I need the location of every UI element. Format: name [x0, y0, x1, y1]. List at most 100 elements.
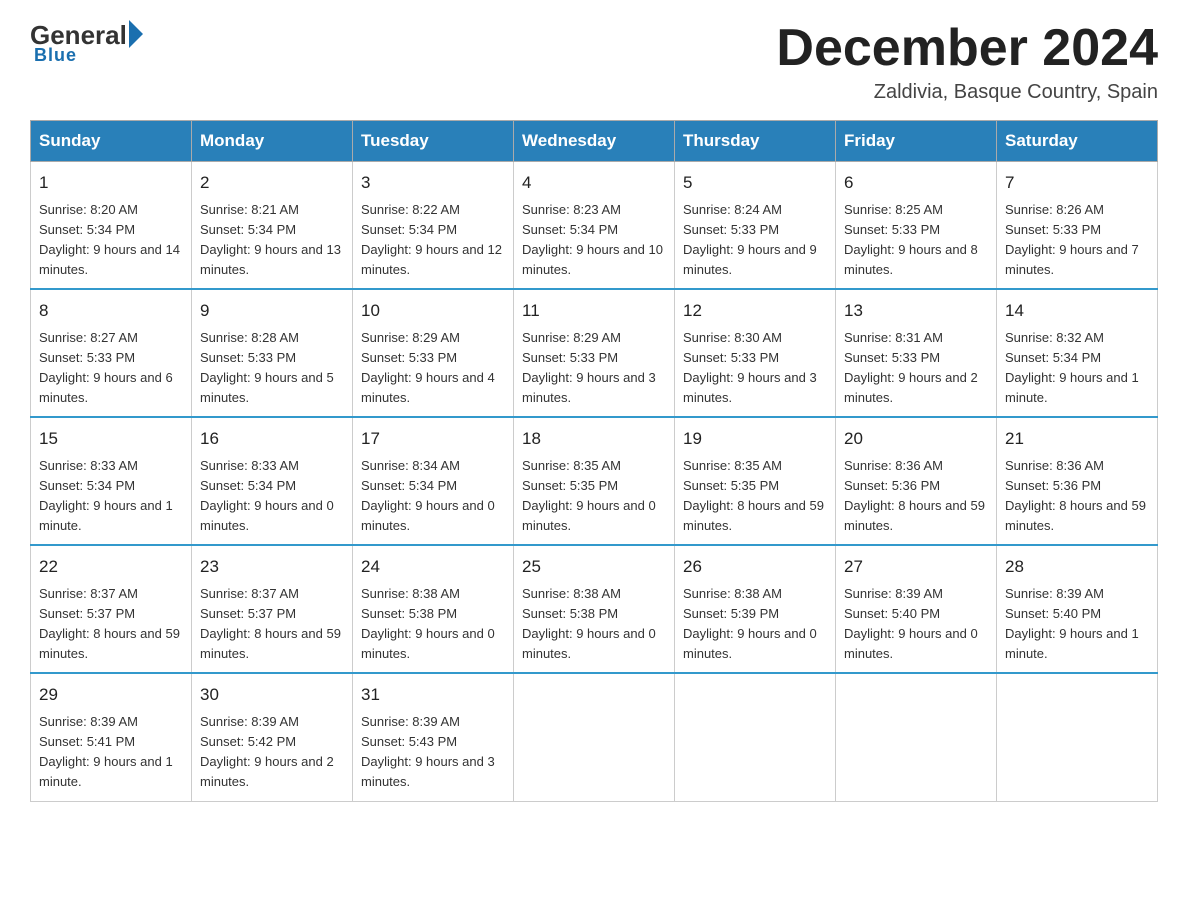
day-number: 10	[361, 298, 505, 324]
table-row: 18 Sunrise: 8:35 AMSunset: 5:35 PMDaylig…	[514, 417, 675, 545]
day-number: 7	[1005, 170, 1149, 196]
table-row: 10 Sunrise: 8:29 AMSunset: 5:33 PMDaylig…	[353, 289, 514, 417]
table-row: 11 Sunrise: 8:29 AMSunset: 5:33 PMDaylig…	[514, 289, 675, 417]
day-info: Sunrise: 8:25 AMSunset: 5:33 PMDaylight:…	[844, 202, 978, 277]
table-row: 14 Sunrise: 8:32 AMSunset: 5:34 PMDaylig…	[997, 289, 1158, 417]
day-number: 17	[361, 426, 505, 452]
day-info: Sunrise: 8:28 AMSunset: 5:33 PMDaylight:…	[200, 330, 334, 405]
table-row	[836, 673, 997, 801]
col-friday: Friday	[836, 121, 997, 162]
col-thursday: Thursday	[675, 121, 836, 162]
day-info: Sunrise: 8:38 AMSunset: 5:38 PMDaylight:…	[522, 586, 656, 661]
day-info: Sunrise: 8:38 AMSunset: 5:39 PMDaylight:…	[683, 586, 817, 661]
col-saturday: Saturday	[997, 121, 1158, 162]
day-info: Sunrise: 8:33 AMSunset: 5:34 PMDaylight:…	[200, 458, 334, 533]
day-number: 30	[200, 682, 344, 708]
col-monday: Monday	[192, 121, 353, 162]
day-number: 31	[361, 682, 505, 708]
day-number: 20	[844, 426, 988, 452]
day-number: 6	[844, 170, 988, 196]
day-number: 13	[844, 298, 988, 324]
calendar-week-4: 22 Sunrise: 8:37 AMSunset: 5:37 PMDaylig…	[31, 545, 1158, 673]
day-info: Sunrise: 8:31 AMSunset: 5:33 PMDaylight:…	[844, 330, 978, 405]
table-row: 25 Sunrise: 8:38 AMSunset: 5:38 PMDaylig…	[514, 545, 675, 673]
table-row	[675, 673, 836, 801]
day-info: Sunrise: 8:39 AMSunset: 5:40 PMDaylight:…	[1005, 586, 1139, 661]
day-number: 2	[200, 170, 344, 196]
calendar-header-row: Sunday Monday Tuesday Wednesday Thursday…	[31, 121, 1158, 162]
table-row: 9 Sunrise: 8:28 AMSunset: 5:33 PMDayligh…	[192, 289, 353, 417]
table-row: 23 Sunrise: 8:37 AMSunset: 5:37 PMDaylig…	[192, 545, 353, 673]
day-number: 12	[683, 298, 827, 324]
table-row: 12 Sunrise: 8:30 AMSunset: 5:33 PMDaylig…	[675, 289, 836, 417]
table-row: 21 Sunrise: 8:36 AMSunset: 5:36 PMDaylig…	[997, 417, 1158, 545]
day-number: 25	[522, 554, 666, 580]
day-number: 5	[683, 170, 827, 196]
day-info: Sunrise: 8:26 AMSunset: 5:33 PMDaylight:…	[1005, 202, 1139, 277]
table-row: 20 Sunrise: 8:36 AMSunset: 5:36 PMDaylig…	[836, 417, 997, 545]
day-info: Sunrise: 8:22 AMSunset: 5:34 PMDaylight:…	[361, 202, 502, 277]
day-info: Sunrise: 8:33 AMSunset: 5:34 PMDaylight:…	[39, 458, 173, 533]
title-section: December 2024 Zaldivia, Basque Country, …	[776, 20, 1158, 104]
day-number: 9	[200, 298, 344, 324]
day-info: Sunrise: 8:35 AMSunset: 5:35 PMDaylight:…	[683, 458, 824, 533]
day-number: 27	[844, 554, 988, 580]
day-number: 23	[200, 554, 344, 580]
day-info: Sunrise: 8:36 AMSunset: 5:36 PMDaylight:…	[1005, 458, 1146, 533]
calendar-week-1: 1 Sunrise: 8:20 AMSunset: 5:34 PMDayligh…	[31, 162, 1158, 290]
day-number: 24	[361, 554, 505, 580]
day-number: 19	[683, 426, 827, 452]
day-number: 3	[361, 170, 505, 196]
location-text: Zaldivia, Basque Country, Spain	[776, 81, 1158, 104]
table-row: 31 Sunrise: 8:39 AMSunset: 5:43 PMDaylig…	[353, 673, 514, 801]
table-row: 17 Sunrise: 8:34 AMSunset: 5:34 PMDaylig…	[353, 417, 514, 545]
table-row	[997, 673, 1158, 801]
day-info: Sunrise: 8:23 AMSunset: 5:34 PMDaylight:…	[522, 202, 663, 277]
page-header: General Blue December 2024 Zaldivia, Bas…	[30, 20, 1158, 104]
table-row: 13 Sunrise: 8:31 AMSunset: 5:33 PMDaylig…	[836, 289, 997, 417]
table-row: 28 Sunrise: 8:39 AMSunset: 5:40 PMDaylig…	[997, 545, 1158, 673]
table-row: 5 Sunrise: 8:24 AMSunset: 5:33 PMDayligh…	[675, 162, 836, 290]
logo-triangle-icon	[129, 20, 143, 48]
day-info: Sunrise: 8:20 AMSunset: 5:34 PMDaylight:…	[39, 202, 180, 277]
day-number: 14	[1005, 298, 1149, 324]
day-number: 8	[39, 298, 183, 324]
day-info: Sunrise: 8:39 AMSunset: 5:42 PMDaylight:…	[200, 714, 334, 789]
day-info: Sunrise: 8:37 AMSunset: 5:37 PMDaylight:…	[39, 586, 180, 661]
table-row: 6 Sunrise: 8:25 AMSunset: 5:33 PMDayligh…	[836, 162, 997, 290]
day-info: Sunrise: 8:37 AMSunset: 5:37 PMDaylight:…	[200, 586, 341, 661]
day-info: Sunrise: 8:39 AMSunset: 5:40 PMDaylight:…	[844, 586, 978, 661]
calendar-week-3: 15 Sunrise: 8:33 AMSunset: 5:34 PMDaylig…	[31, 417, 1158, 545]
table-row: 1 Sunrise: 8:20 AMSunset: 5:34 PMDayligh…	[31, 162, 192, 290]
day-info: Sunrise: 8:36 AMSunset: 5:36 PMDaylight:…	[844, 458, 985, 533]
day-number: 15	[39, 426, 183, 452]
table-row: 7 Sunrise: 8:26 AMSunset: 5:33 PMDayligh…	[997, 162, 1158, 290]
day-info: Sunrise: 8:21 AMSunset: 5:34 PMDaylight:…	[200, 202, 341, 277]
day-number: 26	[683, 554, 827, 580]
month-title: December 2024	[776, 20, 1158, 77]
day-info: Sunrise: 8:29 AMSunset: 5:33 PMDaylight:…	[522, 330, 656, 405]
logo-blue-text: Blue	[34, 45, 77, 66]
table-row: 22 Sunrise: 8:37 AMSunset: 5:37 PMDaylig…	[31, 545, 192, 673]
table-row: 15 Sunrise: 8:33 AMSunset: 5:34 PMDaylig…	[31, 417, 192, 545]
day-number: 1	[39, 170, 183, 196]
table-row: 4 Sunrise: 8:23 AMSunset: 5:34 PMDayligh…	[514, 162, 675, 290]
day-number: 22	[39, 554, 183, 580]
day-number: 11	[522, 298, 666, 324]
day-info: Sunrise: 8:30 AMSunset: 5:33 PMDaylight:…	[683, 330, 817, 405]
table-row: 16 Sunrise: 8:33 AMSunset: 5:34 PMDaylig…	[192, 417, 353, 545]
table-row	[514, 673, 675, 801]
calendar-week-5: 29 Sunrise: 8:39 AMSunset: 5:41 PMDaylig…	[31, 673, 1158, 801]
day-number: 28	[1005, 554, 1149, 580]
calendar-table: Sunday Monday Tuesday Wednesday Thursday…	[30, 120, 1158, 801]
table-row: 19 Sunrise: 8:35 AMSunset: 5:35 PMDaylig…	[675, 417, 836, 545]
day-info: Sunrise: 8:32 AMSunset: 5:34 PMDaylight:…	[1005, 330, 1139, 405]
day-info: Sunrise: 8:29 AMSunset: 5:33 PMDaylight:…	[361, 330, 495, 405]
table-row: 2 Sunrise: 8:21 AMSunset: 5:34 PMDayligh…	[192, 162, 353, 290]
table-row: 29 Sunrise: 8:39 AMSunset: 5:41 PMDaylig…	[31, 673, 192, 801]
logo: General Blue	[30, 20, 143, 66]
table-row: 27 Sunrise: 8:39 AMSunset: 5:40 PMDaylig…	[836, 545, 997, 673]
day-number: 18	[522, 426, 666, 452]
day-info: Sunrise: 8:35 AMSunset: 5:35 PMDaylight:…	[522, 458, 656, 533]
table-row: 30 Sunrise: 8:39 AMSunset: 5:42 PMDaylig…	[192, 673, 353, 801]
